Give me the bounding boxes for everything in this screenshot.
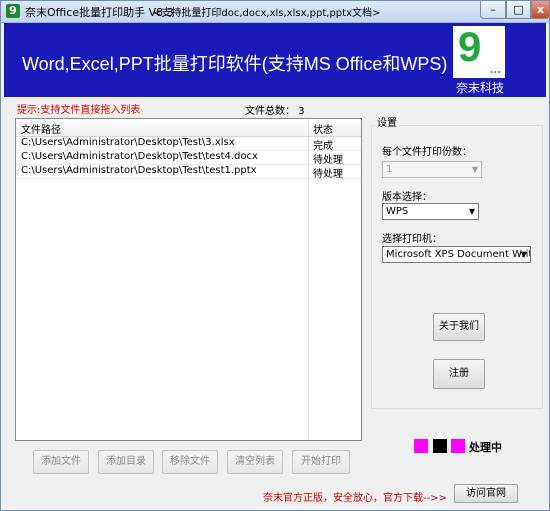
minimize-button[interactable]: – [480,1,506,19]
main-window: 9 奈末Office批量打印助手 V8.3 <支持批量打印doc,docx,xl… [0,0,550,511]
add-folder-button[interactable]: 添加目录 [98,450,154,474]
add-file-button[interactable]: 添加文件 [33,450,89,474]
row-path: C:\Users\Administrator\Desktop\Test\test… [21,165,257,176]
chevron-down-icon: ▼ [468,207,475,216]
file-count-value: 3 [298,106,305,117]
status-indicator-square [414,439,428,453]
copies-select[interactable]: 1 ▼ [382,161,482,178]
start-print-button[interactable]: 开始打印 [292,450,350,474]
title-bar[interactable]: 9 奈末Office批量打印助手 V8.3 <支持批量打印doc,docx,xl… [1,1,550,23]
company-logo: 9 ... [453,23,505,78]
file-list[interactable]: 文件路径 状态 C:\Users\Administrator\Desktop\T… [15,118,362,441]
logo-dots: ... [489,65,501,76]
row-path: C:\Users\Administrator\Desktop\Test\test… [21,151,258,162]
visit-website-button[interactable]: 访问官网 [454,484,518,503]
status-indicator-square [433,439,447,453]
window-subtitle: <支持批量打印doc,docx,xls,xlsx,ppt,pptx文档> [153,8,381,19]
printer-label: 选择打印机： [382,234,442,245]
settings-title: 设置 [375,114,399,129]
status-text: 处理中 [469,441,502,454]
column-header-status[interactable]: 状态 [313,121,333,136]
table-row[interactable]: C:\Users\Administrator\Desktop\Test\3.xl… [16,137,361,152]
version-value: WPS [386,206,409,217]
company-name: 奈末科技 [456,81,505,95]
remove-file-button[interactable]: 移除文件 [162,450,218,474]
version-select[interactable]: WPS ▼ [382,203,479,220]
row-path: C:\Users\Administrator\Desktop\Test\3.xl… [21,137,235,148]
logo-number: 9 [458,23,482,70]
table-row[interactable]: C:\Users\Administrator\Desktop\Test\test… [16,165,361,180]
row-status: 完成 [313,141,333,152]
copies-value: 1 [386,164,393,175]
status-indicator-square [451,439,465,453]
about-us-button[interactable]: 关于我们 [433,313,485,341]
footer-promo-text: 奈末官方正版，安全放心，官方下载-->> [263,493,447,504]
version-label: 版本选择： [382,192,432,203]
row-status: 待处理 [313,155,343,166]
table-row[interactable]: C:\Users\Administrator\Desktop\Test\test… [16,151,361,166]
chevron-down-icon: ▼ [520,250,527,259]
close-button[interactable]: x [531,1,550,19]
register-button[interactable]: 注册 [433,359,485,389]
file-count: 文件总数： 3 [245,102,305,117]
header-banner: Word,Excel,PPT批量打印软件(支持MS Office和WPS) 9 … [4,23,546,97]
maximize-button[interactable]: □ [506,1,531,19]
banner-title: Word,Excel,PPT批量打印软件(支持MS Office和WPS) [22,54,448,74]
row-status: 待处理 [313,169,343,180]
file-list-header: 文件路径 状态 [16,119,361,137]
window-title: 奈末Office批量打印助手 V8.3 [25,6,174,19]
app-icon: 9 [6,4,20,18]
chevron-down-icon: ▼ [471,165,478,174]
drag-drop-tip: 提示:支持文件直接拖入列表 [17,105,141,116]
file-count-label: 文件总数： [245,106,295,117]
column-header-path[interactable]: 文件路径 [21,121,61,136]
printer-select[interactable]: Microsoft XPS Document Writer ▼ [382,246,531,263]
printer-value: Microsoft XPS Document Writer [386,249,531,260]
clear-list-button[interactable]: 清空列表 [227,450,283,474]
copies-label: 每个文件打印份数： [382,147,472,158]
